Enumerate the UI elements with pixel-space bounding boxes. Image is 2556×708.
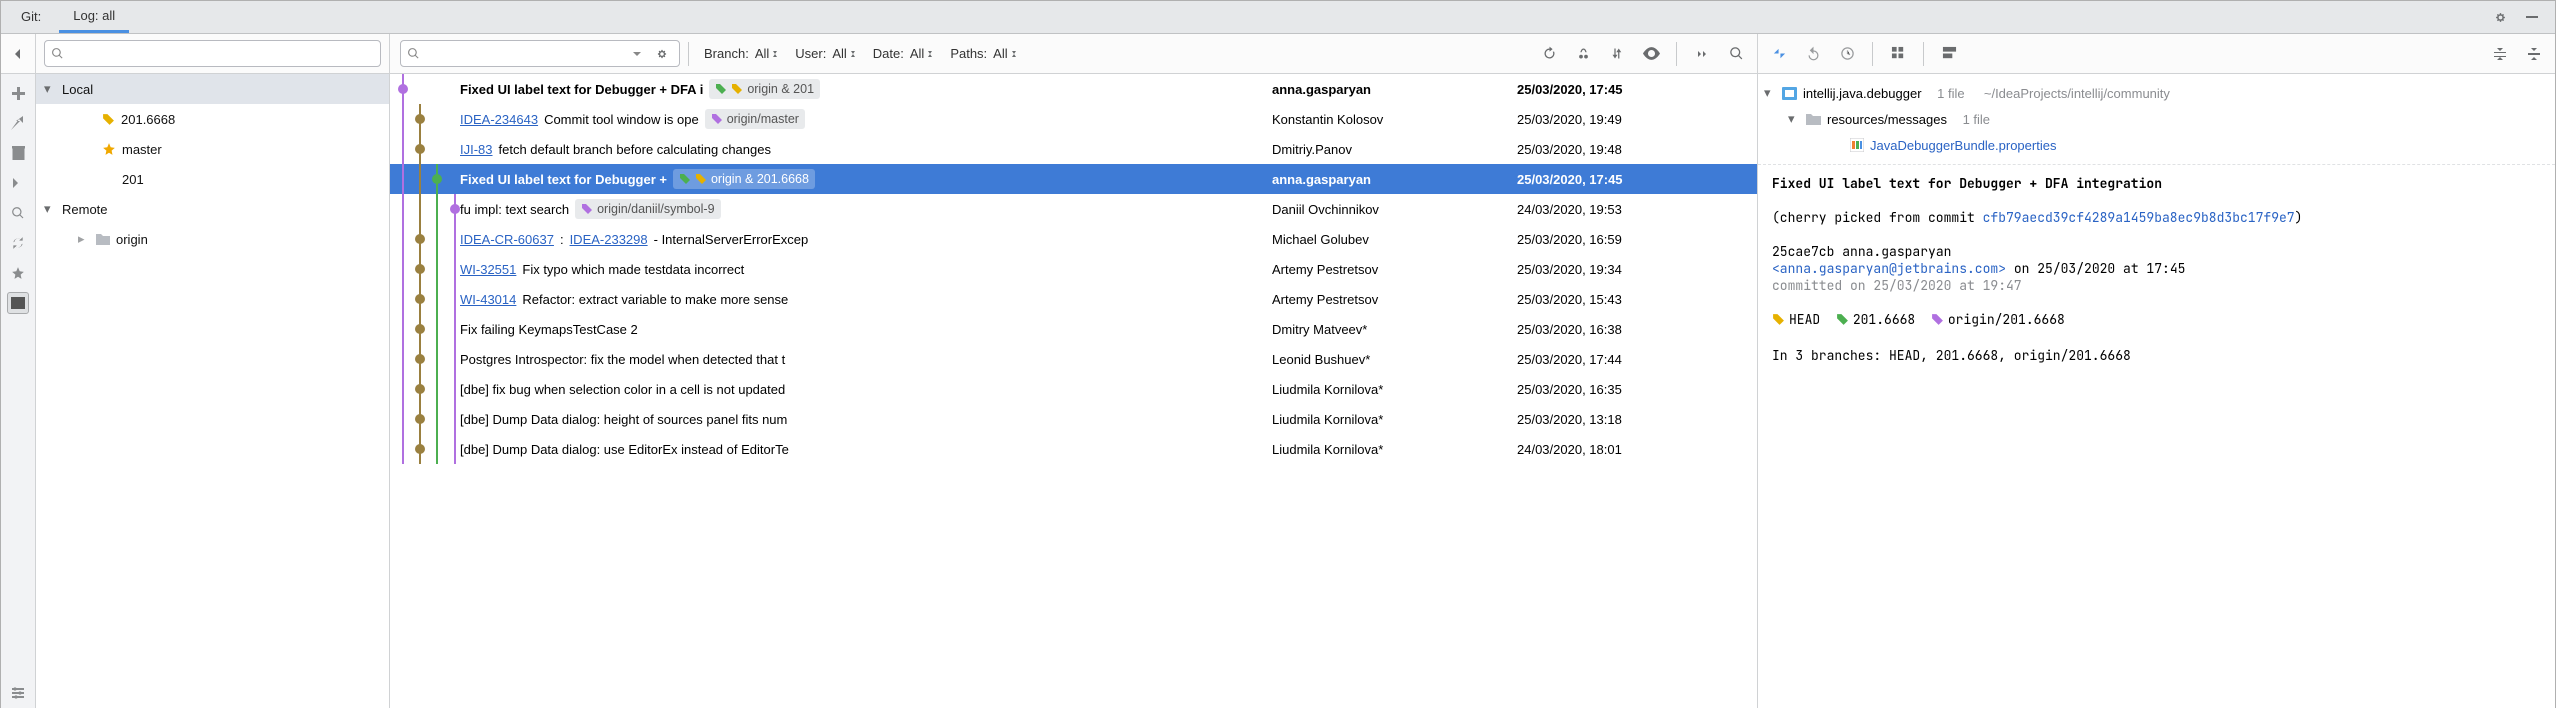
gear-icon[interactable]: [2489, 6, 2511, 28]
delete-icon[interactable]: [7, 142, 29, 164]
layout-icon[interactable]: [1938, 43, 1960, 65]
cherry-pick-line: (cherry picked from commit cfb79aecd39cf…: [1772, 209, 2541, 226]
branch-search-input[interactable]: [70, 45, 374, 62]
filter-settings-icon[interactable]: [651, 43, 673, 65]
log-row[interactable]: WI-43014 Refactor: extract variable to m…: [390, 284, 1757, 314]
more-icon[interactable]: [1691, 43, 1713, 65]
highlight-icon[interactable]: [7, 292, 29, 314]
log-row[interactable]: IDEA-234643 Commit tool window is ope or…: [390, 104, 1757, 134]
chevron-down-icon[interactable]: [633, 50, 641, 58]
search-icon: [407, 47, 420, 60]
branch-chip[interactable]: origin/daniil/symbol-9: [575, 199, 720, 219]
history-icon[interactable]: [1836, 43, 1858, 65]
log-row[interactable]: Fixed UI label text for Debugger + DFA i…: [390, 74, 1757, 104]
chevron-right-icon: ▸: [78, 231, 90, 247]
commit-hash-author: 25cae7cb anna.gasparyan: [1772, 243, 2541, 260]
tree-remote[interactable]: ▾ Remote: [36, 194, 389, 224]
chevron-down-icon: ▾: [44, 81, 56, 97]
tree-branch-201[interactable]: 201: [36, 164, 389, 194]
tree-local[interactable]: ▾ Local: [36, 74, 389, 104]
log-row[interactable]: IJI-83 fetch default branch before calcu…: [390, 134, 1757, 164]
log-row[interactable]: IDEA-CR-60637: IDEA-233298 - InternalSer…: [390, 224, 1757, 254]
log-row[interactable]: [dbe] fix bug when selection color in a …: [390, 374, 1757, 404]
tab-log[interactable]: Log: all: [59, 2, 129, 33]
group-icon[interactable]: [1887, 43, 1909, 65]
branch-chip[interactable]: origin & 201.6668: [673, 169, 815, 189]
tab-git[interactable]: Git:: [7, 3, 55, 31]
chevron-down-icon: ▾: [1764, 85, 1776, 101]
folder-icon: [96, 233, 110, 245]
branch-chip[interactable]: origin/master: [705, 109, 805, 129]
log-row[interactable]: Fix failing KeymapsTestCase 2Dmitry Matv…: [390, 314, 1757, 344]
minimize-icon[interactable]: [2521, 6, 2543, 28]
chevron-down-icon: ▾: [44, 201, 56, 217]
log-row[interactable]: Postgres Introspector: fix the model whe…: [390, 344, 1757, 374]
star-outline-icon[interactable]: [7, 262, 29, 284]
tree-branch-201-6668[interactable]: 201.6668: [36, 104, 389, 134]
file-tree-dir[interactable]: ▾ resources/messages 1 file: [1764, 106, 2545, 132]
cherry-pick-icon[interactable]: [1572, 43, 1594, 65]
tree-branch-master[interactable]: master: [36, 134, 389, 164]
eye-icon[interactable]: [1640, 43, 1662, 65]
intellisort-icon[interactable]: [1606, 43, 1628, 65]
log-row[interactable]: WI-32551 Fix typo which made testdata in…: [390, 254, 1757, 284]
log-row[interactable]: [dbe] Dump Data dialog: height of source…: [390, 404, 1757, 434]
tag-icon: [102, 113, 115, 126]
file-tree-file[interactable]: JavaDebuggerBundle.properties: [1764, 132, 2545, 158]
log-row[interactable]: Fixed UI label text for Debugger + origi…: [390, 164, 1757, 194]
in-branches: In 3 branches: HEAD, 201.6668, origin/20…: [1772, 347, 2541, 364]
filter-user[interactable]: User: All: [788, 46, 860, 61]
properties-file-icon: [1850, 138, 1864, 152]
checkout-icon[interactable]: [7, 112, 29, 134]
tree-remote-origin[interactable]: ▸ origin: [36, 224, 389, 254]
folder-icon: [1806, 113, 1821, 125]
log-search-input[interactable]: [426, 45, 627, 62]
log-row[interactable]: [dbe] Dump Data dialog: use EditorEx ins…: [390, 434, 1757, 464]
find-icon[interactable]: [1725, 43, 1747, 65]
committed-line: committed on 25/03/2020 at 19:47: [1772, 277, 2541, 294]
filter-date[interactable]: Date: All: [866, 46, 938, 61]
refresh-icon[interactable]: [1538, 43, 1560, 65]
expand-icon[interactable]: [2489, 43, 2511, 65]
chevron-down-icon: ▾: [1788, 111, 1800, 127]
search-gutter-icon[interactable]: [7, 202, 29, 224]
back-icon[interactable]: [7, 43, 29, 65]
changes-icon[interactable]: [1768, 43, 1790, 65]
revert-icon[interactable]: [1802, 43, 1824, 65]
diff-icon[interactable]: [7, 172, 29, 194]
settings-lines-icon[interactable]: [7, 682, 29, 704]
collapse-icon[interactable]: [2523, 43, 2545, 65]
branch-chip[interactable]: origin & 201: [709, 79, 820, 99]
commit-branches: HEAD 201.6668 origin/201.6668: [1772, 311, 2541, 330]
commit-email-date: <anna.gasparyan@jetbrains.com> on 25/03/…: [1772, 260, 2541, 277]
module-icon: [1782, 87, 1797, 100]
star-icon: [102, 142, 116, 156]
search-icon: [51, 47, 64, 60]
file-tree-root[interactable]: ▾ intellij.java.debugger 1 file ~/IdeaPr…: [1764, 80, 2545, 106]
filter-paths[interactable]: Paths: All: [943, 46, 1020, 61]
log-row[interactable]: fu impl: text search origin/daniil/symbo…: [390, 194, 1757, 224]
filter-branch[interactable]: Branch: All: [697, 46, 782, 61]
add-icon[interactable]: [7, 82, 29, 104]
commit-title: Fixed UI label text for Debugger + DFA i…: [1772, 175, 2541, 192]
sync-icon[interactable]: [7, 232, 29, 254]
